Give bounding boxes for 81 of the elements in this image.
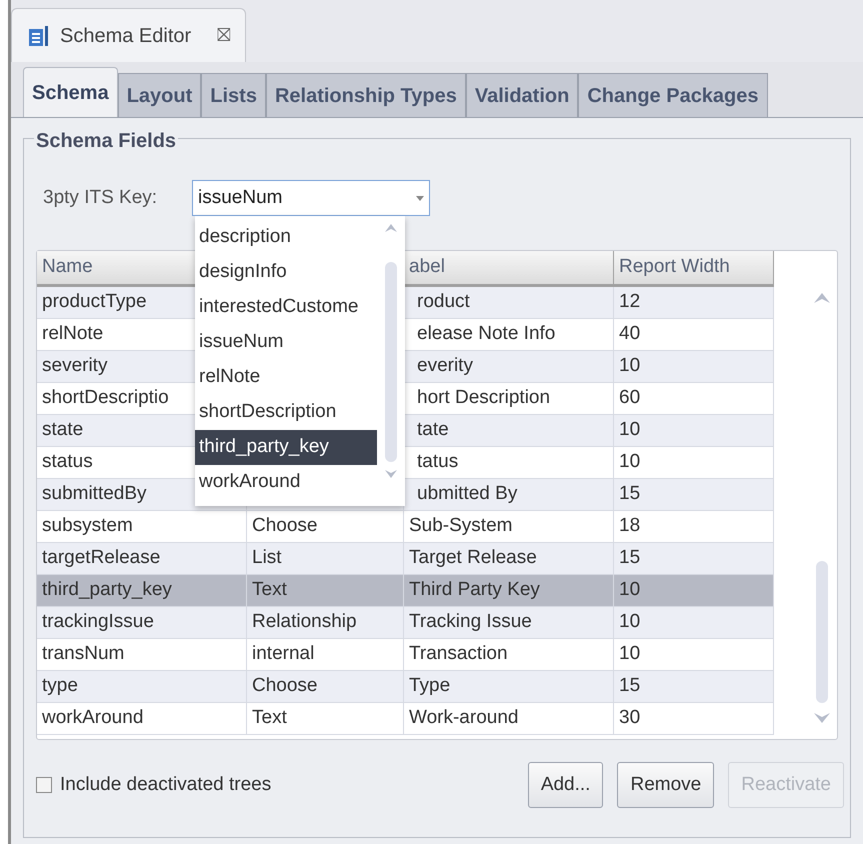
table-cell-text: 30 [619, 706, 640, 730]
table-cell-text: 15 [619, 546, 640, 570]
column-header[interactable]: Report Width [614, 251, 774, 287]
table-row[interactable]: targetRelease List Target Release 15 [37, 543, 774, 575]
tab[interactable]: Relationship Types [266, 73, 466, 117]
table-cell-text: Tracking Issue [409, 610, 532, 634]
table-cell-text: Transaction [409, 642, 508, 666]
table-cell-text: 12 [619, 290, 640, 314]
table-cell-text: productType [42, 290, 147, 314]
scrollbar-thumb[interactable] [816, 561, 828, 703]
table-cell-text: 10 [619, 450, 640, 474]
tab[interactable]: Lists [201, 73, 266, 117]
table-cell-text: Choose [252, 674, 318, 698]
table-cell-text: relNote [42, 322, 104, 346]
table-cell-text: 15 [619, 482, 640, 506]
table-cell-text: hort Description [416, 386, 550, 410]
action-button[interactable]: Remove [617, 762, 714, 808]
table-cell-text: status [42, 450, 93, 474]
column-header[interactable]: abel [404, 251, 614, 287]
table-cell-text: subsystem [42, 514, 133, 538]
checkbox[interactable] [36, 777, 52, 793]
tab[interactable]: Change Packages [578, 73, 768, 117]
table-cell-text: 10 [619, 610, 640, 634]
table-cell-text: Target Release [409, 546, 537, 570]
table-cell-text: tate [416, 418, 449, 442]
table-cell-text: internal [252, 642, 314, 666]
table-cell-text: List [252, 546, 282, 570]
table-cell-text: Sub-System [409, 514, 512, 538]
table-row[interactable]: transNum internal Transaction 10 [37, 639, 774, 671]
scroll-down-icon[interactable] [814, 713, 830, 723]
table-cell-text: 10 [619, 642, 640, 666]
table-cell-text: 10 [619, 418, 640, 442]
document-icon [26, 24, 50, 48]
table-cell-text: Text [252, 706, 287, 730]
table-cell-text: tatus [416, 450, 458, 474]
scrollbar-thumb[interactable] [385, 262, 397, 462]
table-cell-text: workAround [42, 706, 144, 730]
table-cell-text: Relationship [252, 610, 357, 634]
table-cell-text: Type [409, 674, 450, 698]
table-cell-text: 40 [619, 322, 640, 346]
table-row[interactable]: workAround Text Work-around 30 [37, 703, 774, 735]
tab[interactable]: Schema [23, 67, 118, 117]
table-cell-text: Third Party Key [409, 578, 540, 602]
table-cell-text: trackingIssue [42, 610, 154, 634]
table-cell-text: type [42, 674, 78, 698]
table-cell-text: 60 [619, 386, 640, 410]
editor-tab[interactable]: Schema Editor ⛝ [11, 8, 246, 62]
table-cell-text: everity [416, 354, 473, 378]
table-cell-text: submittedBy [42, 482, 147, 506]
scroll-up-icon[interactable] [385, 224, 397, 232]
key-combobox[interactable]: issueNum [192, 180, 430, 216]
table-cell-text: Work-around [409, 706, 518, 730]
table-cell-text: Choose [252, 514, 318, 538]
table-cell-text: state [42, 418, 84, 442]
table-cell-text: targetRelease [42, 546, 160, 570]
table-cell-text: shortDescriptio [42, 386, 169, 410]
table-cell-text: 10 [619, 578, 640, 602]
checkbox-label: Include deactivated trees [60, 772, 272, 797]
table-cell-text: Text [252, 578, 287, 602]
dropdown-arrow-icon [416, 196, 424, 200]
table-cell-text: 15 [619, 674, 640, 698]
table-row[interactable]: subsystem Choose Sub-System 18 [37, 511, 774, 543]
table-row[interactable]: third_party_key Text Third Party Key 10 [37, 575, 774, 607]
table-cell-text: roduct [416, 290, 470, 314]
tab[interactable]: Layout [118, 73, 202, 117]
dropdown-option[interactable]: third_party_key [195, 430, 377, 465]
close-button[interactable]: ⛝ [217, 22, 232, 49]
tab[interactable]: Validation [466, 73, 578, 117]
table-cell-text: elease Note Info [416, 322, 556, 346]
table-row[interactable]: trackingIssue Relationship Tracking Issue 10 [37, 607, 774, 639]
table-cell-text: transNum [42, 642, 124, 666]
field-label: 3pty ITS Key: [43, 186, 158, 210]
table-cell-text: ubmitted By [416, 482, 518, 506]
scroll-up-icon[interactable] [814, 293, 830, 303]
table-cell-text: severity [42, 354, 108, 378]
table-cell-text: 18 [619, 514, 640, 538]
table-row[interactable]: type Choose Type 15 [37, 671, 774, 703]
action-button[interactable]: Add... [528, 762, 604, 808]
table-cell-text: third_party_key [42, 578, 172, 602]
table-cell-text: 10 [619, 354, 640, 378]
editor-tab-title: Schema Editor [60, 24, 192, 48]
